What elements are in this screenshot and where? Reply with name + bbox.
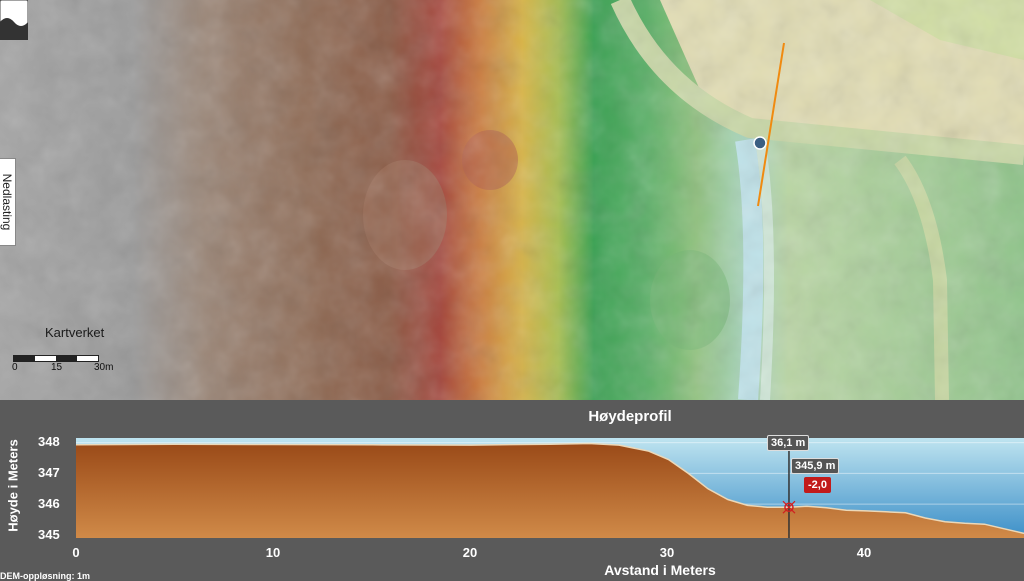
- logo-label: Kartverket: [45, 325, 105, 340]
- profile-title: Høydeprofil: [588, 408, 672, 425]
- cursor-distance-tag: 36,1 m: [767, 435, 810, 451]
- scale-label-start: 0: [12, 362, 18, 373]
- download-tab-label: Nedlasting: [0, 173, 14, 231]
- y-tick-345: 345: [38, 527, 60, 542]
- x-tick-20: 20: [462, 545, 478, 560]
- cursor-delta-tag: -2,0: [804, 477, 831, 493]
- scale-label-end: 30m: [94, 362, 114, 373]
- y-axis-label: Høyde i Meters: [5, 439, 21, 532]
- y-tick-347: 347: [38, 465, 60, 480]
- elevation-map: [0, 0, 1024, 400]
- download-tab[interactable]: Nedlasting: [0, 158, 16, 246]
- elevation-profile-panel: Høydeprofil Høyde i Meters 348 347 346 3…: [0, 400, 1024, 581]
- x-tick-40: 40: [856, 545, 872, 560]
- profile-position-marker: [753, 136, 767, 150]
- map-view[interactable]: Nedlasting Kartverket 0 15 30m: [0, 0, 1024, 400]
- y-tick-348: 348: [38, 434, 60, 449]
- x-axis-label: Avstand i Meters: [604, 562, 716, 578]
- y-tick-346: 346: [38, 496, 60, 511]
- x-tick-0: 0: [72, 545, 80, 560]
- x-tick-30: 30: [659, 545, 675, 560]
- profile-chart[interactable]: [76, 438, 1024, 538]
- cursor-height-tag: 345,9 m: [791, 458, 840, 474]
- scale-bar: [13, 355, 99, 362]
- scale-label-mid: 15: [51, 362, 63, 373]
- x-tick-10: 10: [265, 545, 281, 560]
- kartverket-logo-icon: [0, 0, 28, 40]
- dem-resolution-label: DEM-oppløsning: 1m: [0, 571, 90, 581]
